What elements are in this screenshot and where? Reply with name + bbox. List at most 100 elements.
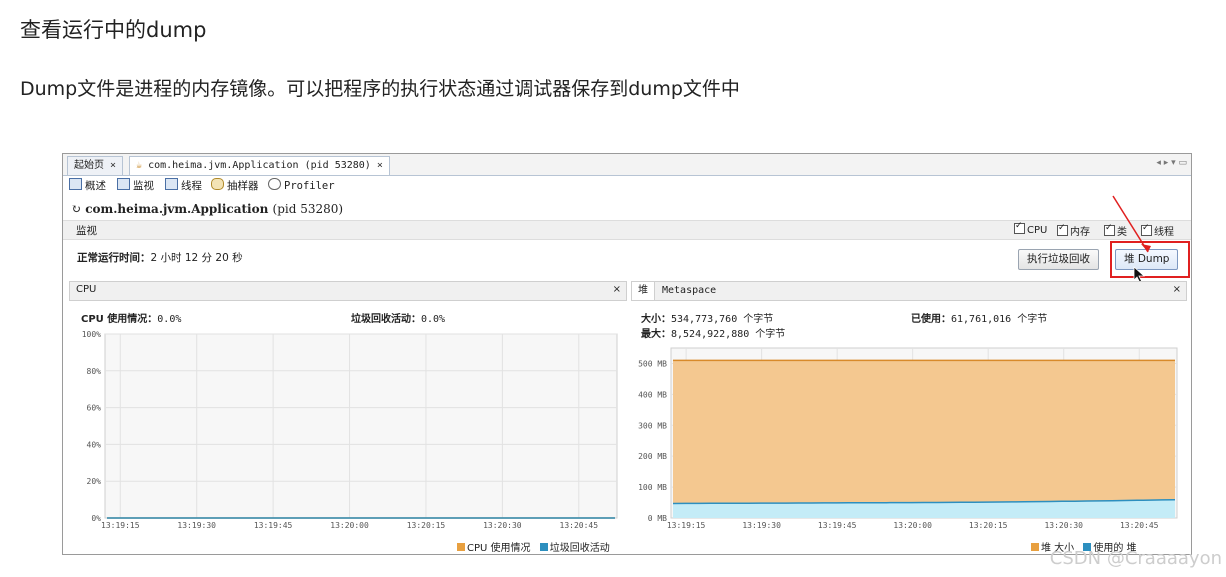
monitor-icon (117, 178, 130, 190)
perform-gc-button[interactable]: 执行垃圾回收 (1018, 249, 1099, 270)
application-pid: (pid 53280) (272, 202, 344, 216)
cpu-legend: CPU 使用情况 垃圾回收活动 (451, 539, 610, 554)
plot-area (104, 333, 618, 519)
y-tick-label: 40% (87, 440, 102, 449)
checkbox-cpu-label: CPU (1027, 225, 1048, 236)
checkbox-memory[interactable]: 内存 (1057, 223, 1090, 238)
uptime: 正常运行时间：2 小时 12 分 20 秒 (77, 250, 243, 265)
heap-max-stat: 最大：8,524,922,880 个字节 (641, 325, 785, 340)
legend-swatch (539, 543, 548, 551)
x-tick-label: 13:20:00 (330, 521, 369, 530)
y-tick-label: 200 MB (638, 452, 667, 461)
tab-start-page[interactable]: 起始页 × (67, 156, 124, 175)
monitor-section-bar: 监视 CPU 内存 类 线程 (63, 220, 1191, 240)
visualvm-window: 起始页 × ☕ com.heima.jvm.Application (pid 53… (62, 153, 1192, 555)
checkbox-icon (1057, 223, 1068, 236)
doc-paragraph: Dump文件是进程的内存镜像。可以把程序的执行状态通过调试器保存到dump文件中 (20, 78, 740, 100)
tab-application[interactable]: ☕ com.heima.jvm.Application (pid 53280) × (129, 156, 390, 175)
threads-label: 线程 (181, 180, 202, 192)
x-tick-label: 13:19:30 (742, 521, 781, 530)
y-tick-label: 20% (87, 477, 102, 486)
profiler-label: Profiler (284, 180, 335, 192)
heap-size-stat: 大小：534,773,760 个字节 (641, 310, 773, 325)
watermark: CSDN @Craaaayon (1049, 548, 1222, 569)
cpu-usage-label: CPU 使用情况： (81, 314, 158, 325)
x-tick-label: 13:19:15 (667, 521, 706, 530)
y-tick-label: 0% (91, 514, 101, 523)
cpu-panel-header: CPU × (69, 281, 627, 301)
uptime-value: 2 小时 12 分 20 秒 (150, 252, 243, 264)
heap-panel-header: 堆 Metaspace × (631, 281, 1187, 301)
y-tick-label: 400 MB (638, 390, 667, 399)
y-tick-label: 100% (82, 330, 101, 339)
y-tick-label: 500 MB (638, 359, 667, 368)
x-tick-label: 13:19:45 (254, 521, 293, 530)
sampler-button[interactable]: 抽样器 (211, 178, 259, 193)
threads-icon (165, 178, 178, 190)
y-tick-label: 60% (87, 404, 102, 413)
view-toolbar: 概述 监视 线程 抽样器 Profiler (63, 176, 1191, 194)
checkbox-memory-label: 内存 (1070, 227, 1090, 238)
sampler-icon (211, 178, 224, 190)
gc-activity-label: 垃圾回收活动： (351, 314, 421, 325)
window-controls[interactable]: ◂ ▸ ▾ ▭ (1156, 158, 1187, 168)
monitor-label: 监视 (133, 180, 154, 192)
legend-swatch (457, 543, 465, 551)
sampler-label: 抽样器 (227, 180, 259, 192)
tab-bar: 起始页 × ☕ com.heima.jvm.Application (pid 53… (63, 154, 1191, 176)
overview-button[interactable]: 概述 (69, 178, 106, 193)
overview-icon (69, 178, 82, 190)
tab-label: 起始页 (74, 160, 104, 171)
tab-metaspace[interactable]: Metaspace (656, 282, 722, 300)
application-heading: ↻ com.heima.jvm.Application (pid 53280) (71, 202, 343, 216)
uptime-label: 正常运行时间： (77, 252, 151, 264)
application-name: com.heima.jvm.Application (85, 202, 269, 216)
legend-gc-activity: 垃圾回收活动 (549, 543, 610, 554)
checkbox-cpu[interactable]: CPU (1014, 221, 1048, 236)
y-tick-label: 80% (87, 367, 102, 376)
x-tick-label: 13:20:15 (407, 521, 446, 530)
overview-label: 概述 (85, 180, 106, 192)
x-tick-label: 13:19:45 (818, 521, 857, 530)
profiler-button[interactable]: Profiler (268, 178, 335, 192)
cpu-usage-stat: CPU 使用情况：0.0% (81, 310, 181, 325)
x-tick-label: 13:19:15 (101, 521, 140, 530)
tab-heap[interactable]: 堆 (632, 282, 655, 300)
heap-used-label: 已使用： (911, 314, 951, 325)
x-tick-label: 13:20:45 (560, 521, 599, 530)
close-icon[interactable]: × (377, 160, 383, 171)
threads-button[interactable]: 线程 (165, 178, 202, 193)
heap-chart: 0 MB 100 MB 200 MB 300 MB 400 MB 500 MB 13:19:… (638, 347, 1178, 530)
close-icon[interactable]: × (110, 160, 116, 171)
profiler-icon (268, 178, 281, 190)
annotation-arrow (1112, 195, 1151, 253)
refresh-icon: ↻ (71, 202, 82, 216)
heap-size-label: 大小： (641, 314, 671, 325)
monitor-button[interactable]: 监视 (117, 178, 154, 193)
cpu-chart: 0% 20% 40% 60% 80% 100% 13:19:15 13:19:30 13:19:… (82, 330, 618, 530)
close-icon[interactable]: × (1173, 284, 1181, 295)
doc-title: 查看运行中的dump (20, 18, 207, 42)
close-icon[interactable]: × (613, 284, 621, 295)
gc-activity-value: 0.0% (421, 314, 446, 325)
x-tick-label: 13:20:30 (483, 521, 522, 530)
x-tick-label: 13:19:30 (177, 521, 216, 530)
heap-max-label: 最大： (641, 329, 671, 340)
heap-size-value: 534,773,760 个字节 (671, 314, 774, 325)
x-tick-label: 13:20:00 (893, 521, 932, 530)
tab-label: com.heima.jvm.Application (pid 53280) (148, 160, 371, 171)
x-tick-label: 13:20:15 (969, 521, 1008, 530)
coffee-icon: ☕ (136, 160, 143, 171)
legend-swatch (1031, 543, 1039, 551)
heap-max-value: 8,524,922,880 个字节 (671, 329, 786, 340)
legend-cpu-usage: CPU 使用情况 (467, 543, 531, 554)
y-tick-label: 100 MB (638, 483, 667, 492)
y-tick-label: 0 MB (648, 514, 667, 523)
checkbox-icon (1014, 221, 1025, 234)
cpu-panel-title: CPU (76, 284, 97, 295)
y-tick-label: 300 MB (638, 421, 667, 430)
cpu-usage-value: 0.0% (157, 314, 182, 325)
heap-used-value: 61,761,016 个字节 (951, 314, 1048, 325)
x-tick-label: 13:20:30 (1044, 521, 1083, 530)
heap-used-stat: 已使用：61,761,016 个字节 (911, 310, 1047, 325)
